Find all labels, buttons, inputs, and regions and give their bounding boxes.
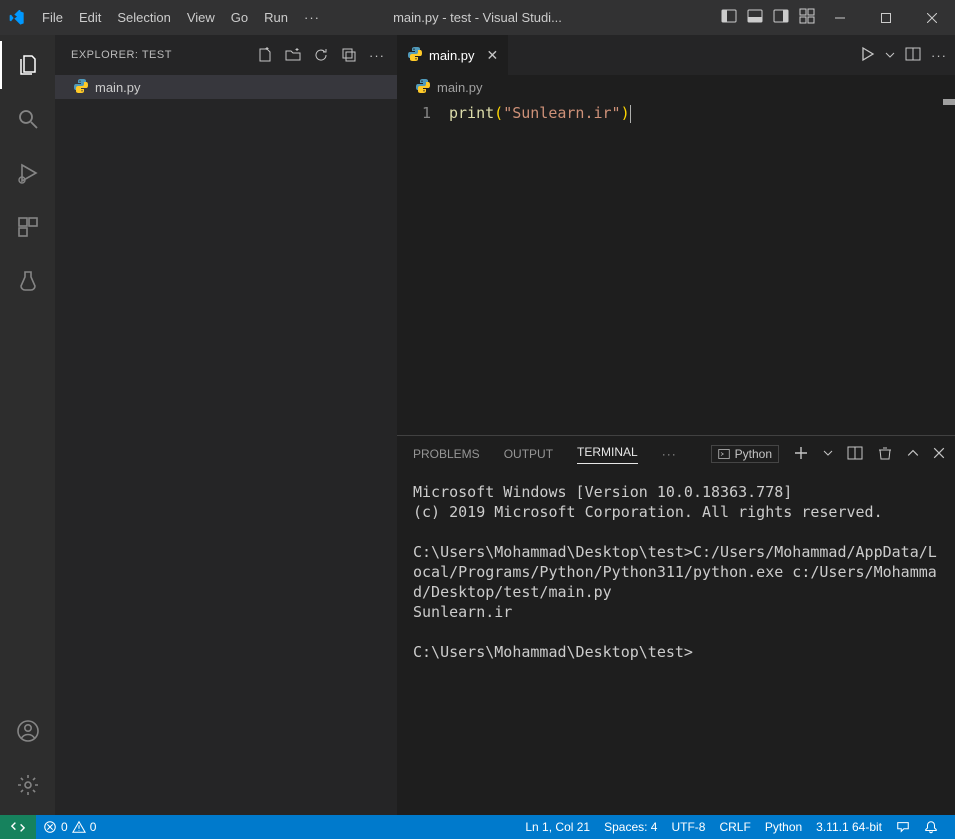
status-interpreter[interactable]: 3.11.1 64-bit bbox=[809, 815, 889, 839]
line-number-gutter: 1 bbox=[397, 99, 449, 435]
new-terminal-icon[interactable] bbox=[793, 445, 809, 464]
file-item-main-py[interactable]: main.py bbox=[55, 75, 397, 99]
breadcrumb-file: main.py bbox=[437, 80, 483, 95]
menu-run[interactable]: Run bbox=[256, 0, 296, 35]
menu-go[interactable]: Go bbox=[223, 0, 256, 35]
status-bar: 0 0 Ln 1, Col 21 Spaces: 4 UTF-8 CRLF Py… bbox=[0, 815, 955, 839]
line-number: 1 bbox=[397, 102, 431, 124]
status-notifications-icon[interactable] bbox=[917, 815, 945, 839]
terminal-profile-button[interactable]: Python bbox=[711, 445, 779, 463]
close-panel-icon[interactable] bbox=[933, 447, 945, 462]
vscode-logo-icon bbox=[0, 0, 34, 35]
status-language[interactable]: Python bbox=[758, 815, 809, 839]
status-ln-col[interactable]: Ln 1, Col 21 bbox=[518, 815, 597, 839]
python-file-icon bbox=[407, 46, 423, 65]
file-item-label: main.py bbox=[95, 80, 141, 95]
menu-selection[interactable]: Selection bbox=[109, 0, 178, 35]
menu-file[interactable]: File bbox=[34, 0, 71, 35]
new-file-icon[interactable] bbox=[257, 47, 273, 63]
python-file-icon bbox=[415, 78, 431, 97]
explorer-title: EXPLORER: TEST bbox=[71, 49, 172, 61]
menu-edit[interactable]: Edit bbox=[71, 0, 109, 35]
activity-explorer-icon[interactable] bbox=[0, 41, 55, 89]
run-dropdown-icon[interactable] bbox=[885, 48, 895, 63]
activity-settings-icon[interactable] bbox=[0, 761, 55, 809]
run-file-icon[interactable] bbox=[859, 46, 875, 65]
activity-bar bbox=[0, 35, 55, 815]
editor-tab-bar: main.py ✕ ··· bbox=[397, 35, 955, 75]
new-folder-icon[interactable] bbox=[285, 47, 301, 63]
maximize-button[interactable] bbox=[863, 0, 909, 35]
collapse-all-icon[interactable] bbox=[341, 47, 357, 63]
panel-tab-output[interactable]: OUTPUT bbox=[504, 447, 553, 461]
refresh-icon[interactable] bbox=[313, 47, 329, 63]
activity-search-icon[interactable] bbox=[0, 95, 55, 143]
window-title: main.py - test - Visual Studi... bbox=[393, 10, 562, 25]
code-token-string: "Sunlearn.ir" bbox=[503, 104, 620, 122]
layout-controls bbox=[721, 0, 815, 35]
editor-group: main.py ✕ ··· main.py 1 bbox=[397, 35, 955, 815]
breadcrumb[interactable]: main.py bbox=[397, 75, 955, 99]
maximize-panel-icon[interactable] bbox=[907, 447, 919, 462]
kill-terminal-icon[interactable] bbox=[877, 445, 893, 464]
menu-more[interactable]: ··· bbox=[296, 0, 328, 35]
minimap[interactable] bbox=[937, 99, 955, 435]
toggle-panel-icon[interactable] bbox=[747, 8, 763, 27]
status-feedback-icon[interactable] bbox=[889, 815, 917, 839]
split-editor-icon[interactable] bbox=[905, 46, 921, 65]
code-area[interactable]: print("Sunlearn.ir") bbox=[449, 99, 937, 435]
terminal-profile-label: Python bbox=[735, 447, 772, 461]
menu-view[interactable]: View bbox=[179, 0, 223, 35]
window-controls bbox=[817, 0, 955, 35]
title-bar: File Edit Selection View Go Run ··· main… bbox=[0, 0, 955, 35]
status-warnings-count: 0 bbox=[90, 820, 97, 834]
panel-tab-terminal[interactable]: TERMINAL bbox=[577, 445, 638, 464]
activity-testing-icon[interactable] bbox=[0, 257, 55, 305]
panel-tab-bar: PROBLEMS OUTPUT TERMINAL ··· Python bbox=[397, 436, 955, 472]
remote-indicator[interactable] bbox=[0, 815, 36, 839]
status-eol[interactable]: CRLF bbox=[712, 815, 757, 839]
status-errors-count: 0 bbox=[61, 820, 68, 834]
activity-extensions-icon[interactable] bbox=[0, 203, 55, 251]
panel-tab-more-icon[interactable]: ··· bbox=[662, 447, 677, 461]
activity-run-debug-icon[interactable] bbox=[0, 149, 55, 197]
explorer-more-icon[interactable]: ··· bbox=[369, 47, 385, 63]
code-token-function: print bbox=[449, 104, 494, 122]
editor-tab-label: main.py bbox=[429, 48, 475, 63]
split-terminal-icon[interactable] bbox=[847, 445, 863, 464]
editor-tab-main-py[interactable]: main.py ✕ bbox=[397, 35, 509, 75]
editor-more-icon[interactable]: ··· bbox=[931, 48, 947, 63]
toggle-secondary-sidebar-icon[interactable] bbox=[773, 8, 789, 27]
close-window-button[interactable] bbox=[909, 0, 955, 35]
terminal-output[interactable]: Microsoft Windows [Version 10.0.18363.77… bbox=[397, 472, 955, 815]
activity-accounts-icon[interactable] bbox=[0, 707, 55, 755]
new-terminal-dropdown-icon[interactable] bbox=[823, 447, 833, 461]
minimize-button[interactable] bbox=[817, 0, 863, 35]
text-cursor bbox=[630, 105, 631, 123]
status-problems[interactable]: 0 0 bbox=[36, 815, 103, 839]
panel-tab-problems[interactable]: PROBLEMS bbox=[413, 447, 480, 461]
explorer-sidebar: EXPLORER: TEST ··· main.py bbox=[55, 35, 397, 815]
close-tab-icon[interactable]: ✕ bbox=[487, 47, 499, 64]
panel: PROBLEMS OUTPUT TERMINAL ··· Python bbox=[397, 435, 955, 815]
code-token-bracket: ( bbox=[494, 104, 503, 122]
menu-bar: File Edit Selection View Go Run ··· bbox=[34, 0, 328, 35]
code-token-bracket: ) bbox=[621, 104, 630, 122]
toggle-primary-sidebar-icon[interactable] bbox=[721, 8, 737, 27]
status-encoding[interactable]: UTF-8 bbox=[664, 815, 712, 839]
status-spaces[interactable]: Spaces: 4 bbox=[597, 815, 664, 839]
customize-layout-icon[interactable] bbox=[799, 8, 815, 27]
python-file-icon bbox=[73, 78, 89, 97]
editor-body[interactable]: 1 print("Sunlearn.ir") bbox=[397, 99, 955, 435]
